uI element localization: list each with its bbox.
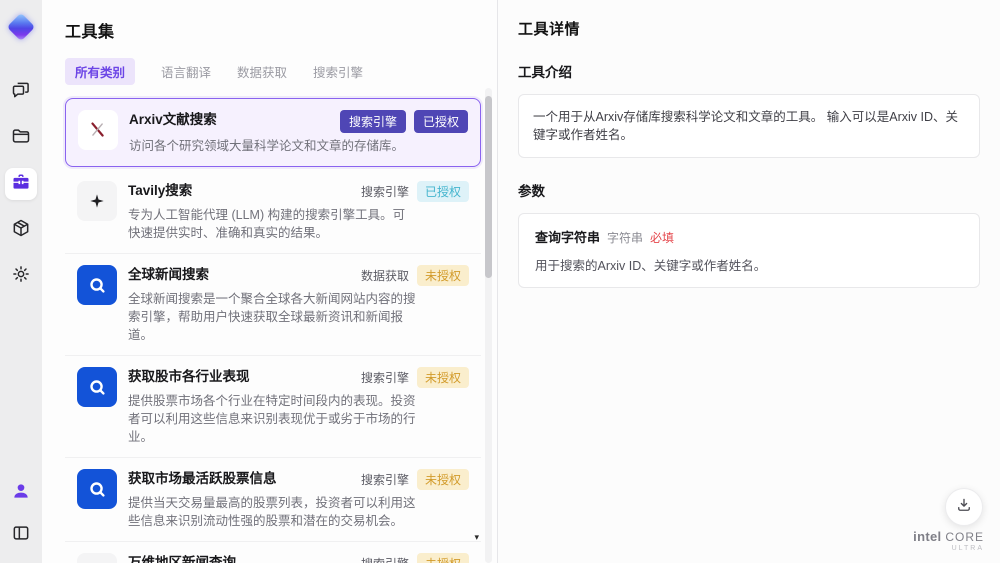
tool-card-arxiv[interactable]: Arxiv文献搜索 搜索引擎 已授权 访问各个研究领域大量科学论文和文章的存储库… [65, 98, 481, 167]
news-search-icon [77, 367, 117, 407]
param-name: 查询字符串 [535, 230, 601, 245]
logo-diamond-icon [6, 12, 36, 42]
tool-card-global-news[interactable]: 全球新闻搜索 数据获取 未授权 全球新闻搜索是一个聚合全球各大新闻网站内容的搜索… [65, 254, 481, 356]
list-scrollbar-thumb[interactable] [485, 96, 492, 278]
category-badge: 搜索引擎 [360, 185, 409, 199]
param-box: 查询字符串 字符串 必填 用于搜索的Arxiv ID、关键字或作者姓名。 [518, 213, 980, 288]
category-badge: 搜索引擎 [360, 371, 409, 385]
tool-description: 提供当天交易量最高的股票列表，投资者可以利用这些信息来识别流动性强的股票和潜在的… [128, 496, 416, 528]
tool-name: 获取股市各行业表现 [128, 369, 250, 384]
tool-name: 万维地区新闻查询 [128, 555, 236, 563]
gear-icon [11, 264, 31, 289]
sidebar-item-chat[interactable] [5, 76, 37, 108]
tab-search-engine[interactable]: 搜索引擎 [313, 62, 363, 81]
toolbox-icon [11, 172, 31, 197]
auth-status-badge: 已授权 [416, 181, 469, 202]
brand-intel: intel [913, 529, 942, 544]
list-scrollbar-track[interactable] [485, 88, 492, 563]
news-search-icon [77, 265, 117, 305]
tool-description: 访问各个研究领域大量科学论文和文章的存储库。 [129, 139, 405, 153]
tool-card-sector-performance[interactable]: 获取股市各行业表现 搜索引擎 未授权 提供股票市场各个行业在特定时间段内的表现。… [65, 356, 481, 458]
auth-status-badge: 未授权 [416, 469, 469, 490]
tool-name: 全球新闻搜索 [128, 267, 209, 282]
tool-card-active-stocks[interactable]: 获取市场最活跃股票信息 搜索引擎 未授权 提供当天交易量最高的股票列表，投资者可… [65, 458, 481, 542]
tab-all-categories[interactable]: 所有类别 [65, 58, 136, 85]
arxiv-icon [78, 110, 118, 150]
tool-name: 获取市场最活跃股票信息 [128, 471, 277, 486]
sidebar-item-account[interactable] [5, 477, 37, 509]
tool-list: Arxiv文献搜索 搜索引擎 已授权 访问各个研究领域大量科学论文和文章的存储库… [65, 98, 481, 563]
intel-core-logo: intel CORE ULTRA [913, 529, 984, 555]
page-title: 工具集 [65, 24, 115, 41]
auth-status-badge: 未授权 [416, 367, 469, 388]
brand-ultra: ULTRA [951, 545, 984, 552]
sidebar-item-packages[interactable] [5, 214, 37, 246]
category-badge: 数据获取 [360, 269, 409, 283]
intro-text: 一个用于从Arxiv存储库搜索科学论文和文章的工具。 输入可以是Arxiv ID… [533, 110, 959, 142]
tool-description: 提供股票市场各个行业在特定时间段内的表现。投资者可以利用这些信息来识别表现优于或… [128, 394, 416, 444]
scroll-down-indicator: ▾ [474, 532, 479, 542]
icon-rail [0, 0, 42, 563]
category-badge: 搜索引擎 [360, 473, 409, 487]
tool-card-regional-news[interactable]: 万维地区新闻查询 搜索引擎 未授权 查询具体行政区划内的新闻，快速了解各地新闻动 [65, 542, 481, 563]
category-tabs: 所有类别 语言翻译 数据获取 搜索引擎 [65, 58, 481, 85]
tool-list-panel: 工具集 所有类别 语言翻译 数据获取 搜索引擎 Arxiv文献搜索 搜索引擎 已… [42, 0, 497, 563]
collapse-panel-icon [11, 523, 31, 548]
rail-bottom [5, 477, 37, 551]
tavily-star-icon [77, 181, 117, 221]
sidebar-item-settings[interactable] [5, 260, 37, 292]
app-logo[interactable] [6, 12, 36, 42]
sidebar-item-tools[interactable] [5, 168, 37, 200]
auth-status-badge: 已授权 [413, 110, 468, 133]
tab-data-fetch[interactable]: 数据获取 [237, 62, 287, 81]
category-badge: 搜索引擎 [339, 110, 406, 133]
detail-panel-title: 工具详情 [518, 21, 581, 38]
auth-status-badge: 未授权 [416, 553, 469, 563]
collapse-sidebar-button[interactable] [5, 519, 37, 551]
category-badge: 搜索引擎 [361, 555, 409, 563]
param-type: 字符串 [607, 231, 644, 245]
intro-box: 一个用于从Arxiv存储库搜索科学论文和文章的工具。 输入可以是Arxiv ID… [518, 94, 980, 158]
tool-card-tavily[interactable]: Tavily搜索 搜索引擎 已授权 专为人工智能代理 (LLM) 构建的搜索引擎… [65, 170, 481, 254]
tool-name: Tavily搜索 [128, 183, 193, 198]
news-search-icon [77, 469, 117, 509]
auth-status-badge: 未授权 [416, 265, 469, 286]
package-icon [11, 218, 31, 243]
tool-name: Arxiv文献搜索 [129, 112, 217, 127]
rail-nav [5, 76, 37, 292]
app-window: 工具集 所有类别 语言翻译 数据获取 搜索引擎 Arxiv文献搜索 搜索引擎 已… [0, 0, 1000, 563]
sidebar-item-files[interactable] [5, 122, 37, 154]
tab-language-translation[interactable]: 语言翻译 [161, 62, 211, 81]
chat-icon [11, 80, 31, 105]
brand-core: CORE [945, 530, 984, 544]
param-required-flag: 必填 [650, 231, 675, 245]
tool-description: 专为人工智能代理 (LLM) 构建的搜索引擎工具。可快速提供实时、准确和真实的结… [128, 208, 406, 240]
param-description: 用于搜索的Arxiv ID、关键字或作者姓名。 [535, 259, 767, 273]
params-heading: 参数 [518, 184, 545, 199]
intro-heading: 工具介绍 [518, 65, 572, 80]
user-icon [11, 481, 31, 506]
tool-detail-panel: 工具详情 工具介绍 一个用于从Arxiv存储库搜索科学论文和文章的工具。 输入可… [497, 0, 1000, 563]
download-button[interactable] [945, 488, 983, 526]
tool-description: 全球新闻搜索是一个聚合全球各大新闻网站内容的搜索引擎，帮助用户快速获取全球最新资… [128, 292, 416, 342]
download-icon [955, 496, 973, 519]
folder-icon [11, 126, 31, 151]
newspaper-icon [77, 553, 117, 563]
